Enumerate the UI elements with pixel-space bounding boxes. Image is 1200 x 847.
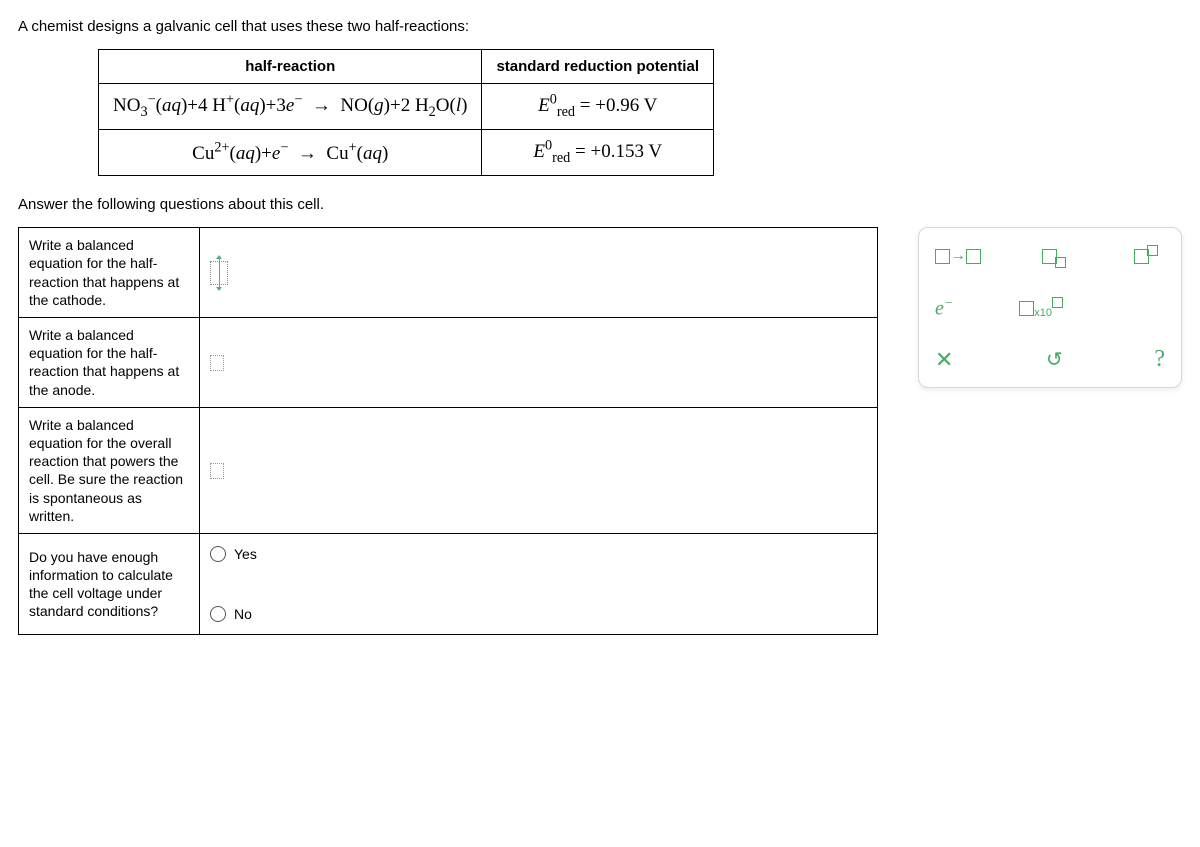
placeholder-box-icon[interactable] — [210, 355, 224, 371]
radio-no-label: No — [234, 606, 252, 622]
yields-button[interactable]: → — [935, 242, 981, 270]
q4-label: Do you have enough information to calcul… — [19, 533, 200, 634]
th-potential: standard reduction potential — [482, 50, 714, 84]
half-reaction-table: half-reaction standard reduction potenti… — [98, 49, 714, 176]
q1-input[interactable] — [200, 228, 878, 318]
reaction-row-1: NO3−(aq)+4 H+(aq)+3e− → NO(g)+2 H2O(l) — [99, 84, 482, 130]
placeholder-box-icon[interactable] — [210, 463, 224, 479]
q3-label: Write a balanced equation for the overal… — [19, 407, 200, 533]
reaction-row-2: Cu2+(aq)+e− → Cu+(aq) — [99, 130, 482, 176]
q1-label: Write a balanced equation for the half-r… — [19, 228, 200, 318]
sub-prompt: Answer the following questions about thi… — [18, 196, 1182, 213]
question-intro: A chemist designs a galvanic cell that u… — [18, 18, 1182, 35]
subscript-button[interactable] — [1037, 242, 1073, 270]
q4-options: Yes No — [200, 533, 878, 634]
radio-no-row[interactable]: No — [210, 602, 867, 626]
q2-input[interactable] — [200, 318, 878, 408]
undo-button[interactable]: ↻ — [1046, 347, 1063, 372]
potential-row-2: E0red = +0.153 V — [482, 130, 714, 176]
radio-yes-row[interactable]: Yes — [210, 542, 867, 566]
th-half-reaction: half-reaction — [99, 50, 482, 84]
clear-button[interactable]: ✕ — [935, 347, 953, 373]
answer-table: Write a balanced equation for the half-r… — [18, 227, 878, 635]
help-button[interactable]: ? — [1154, 346, 1165, 373]
q3-input[interactable] — [200, 407, 878, 533]
symbol-palette: → e− x10 ✕ ↻ ? — [918, 227, 1182, 388]
q2-label: Write a balanced equation for the half-r… — [19, 318, 200, 408]
electron-button[interactable]: e− — [935, 296, 953, 321]
superscript-button[interactable] — [1129, 242, 1165, 270]
potential-row-1: E0red = +0.96 V — [482, 84, 714, 130]
equation-cursor-icon[interactable] — [210, 261, 228, 285]
radio-yes-label: Yes — [234, 546, 257, 562]
radio-icon[interactable] — [210, 546, 226, 562]
scientific-button[interactable]: x10 — [1019, 294, 1063, 322]
radio-icon[interactable] — [210, 606, 226, 622]
